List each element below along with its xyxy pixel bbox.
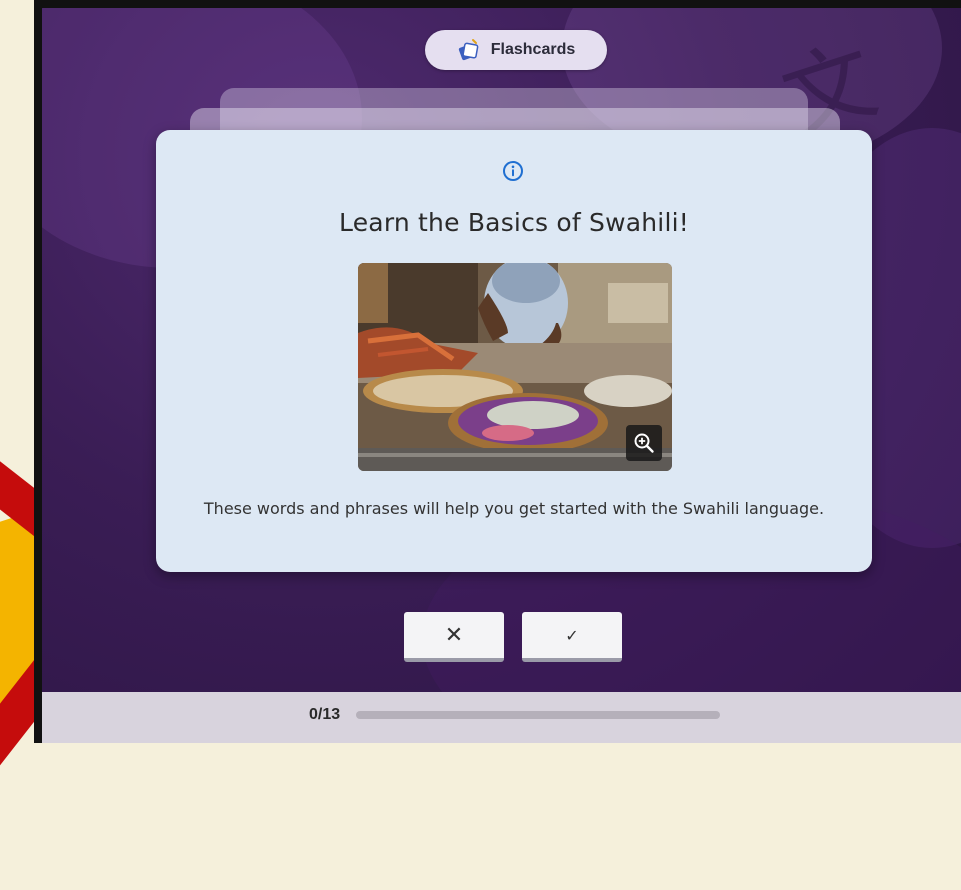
market-photo [358,263,672,471]
progress-footer: 0/13 [42,692,961,743]
card-description: These words and phrases will help you ge… [203,499,825,518]
app-frame: 文 Flashcards Learn the Basics of Swahili… [34,0,961,743]
info-icon[interactable] [502,160,524,182]
dont-know-button[interactable]: ✕ [404,612,504,662]
progress-counter: 0/13 [309,706,341,723]
zoom-in-icon [634,433,654,453]
check-icon: ✓ [565,625,579,645]
close-icon: ✕ [444,622,464,648]
flashcards-screen: 文 Flashcards Learn the Basics of Swahili… [42,8,961,743]
flashcards-badge-label: Flashcards [490,41,576,58]
flashcard[interactable]: Learn the Basics of Swahili! These words… [156,130,872,572]
progress-bar [356,711,720,719]
card-image[interactable] [358,263,672,471]
know-button[interactable]: ✓ [522,612,622,662]
flashcards-badge: Flashcards [425,30,607,70]
flashcard-deck-icon [458,39,479,61]
zoom-in-button[interactable] [626,425,662,461]
card-title: Learn the Basics of Swahili! [339,208,689,237]
